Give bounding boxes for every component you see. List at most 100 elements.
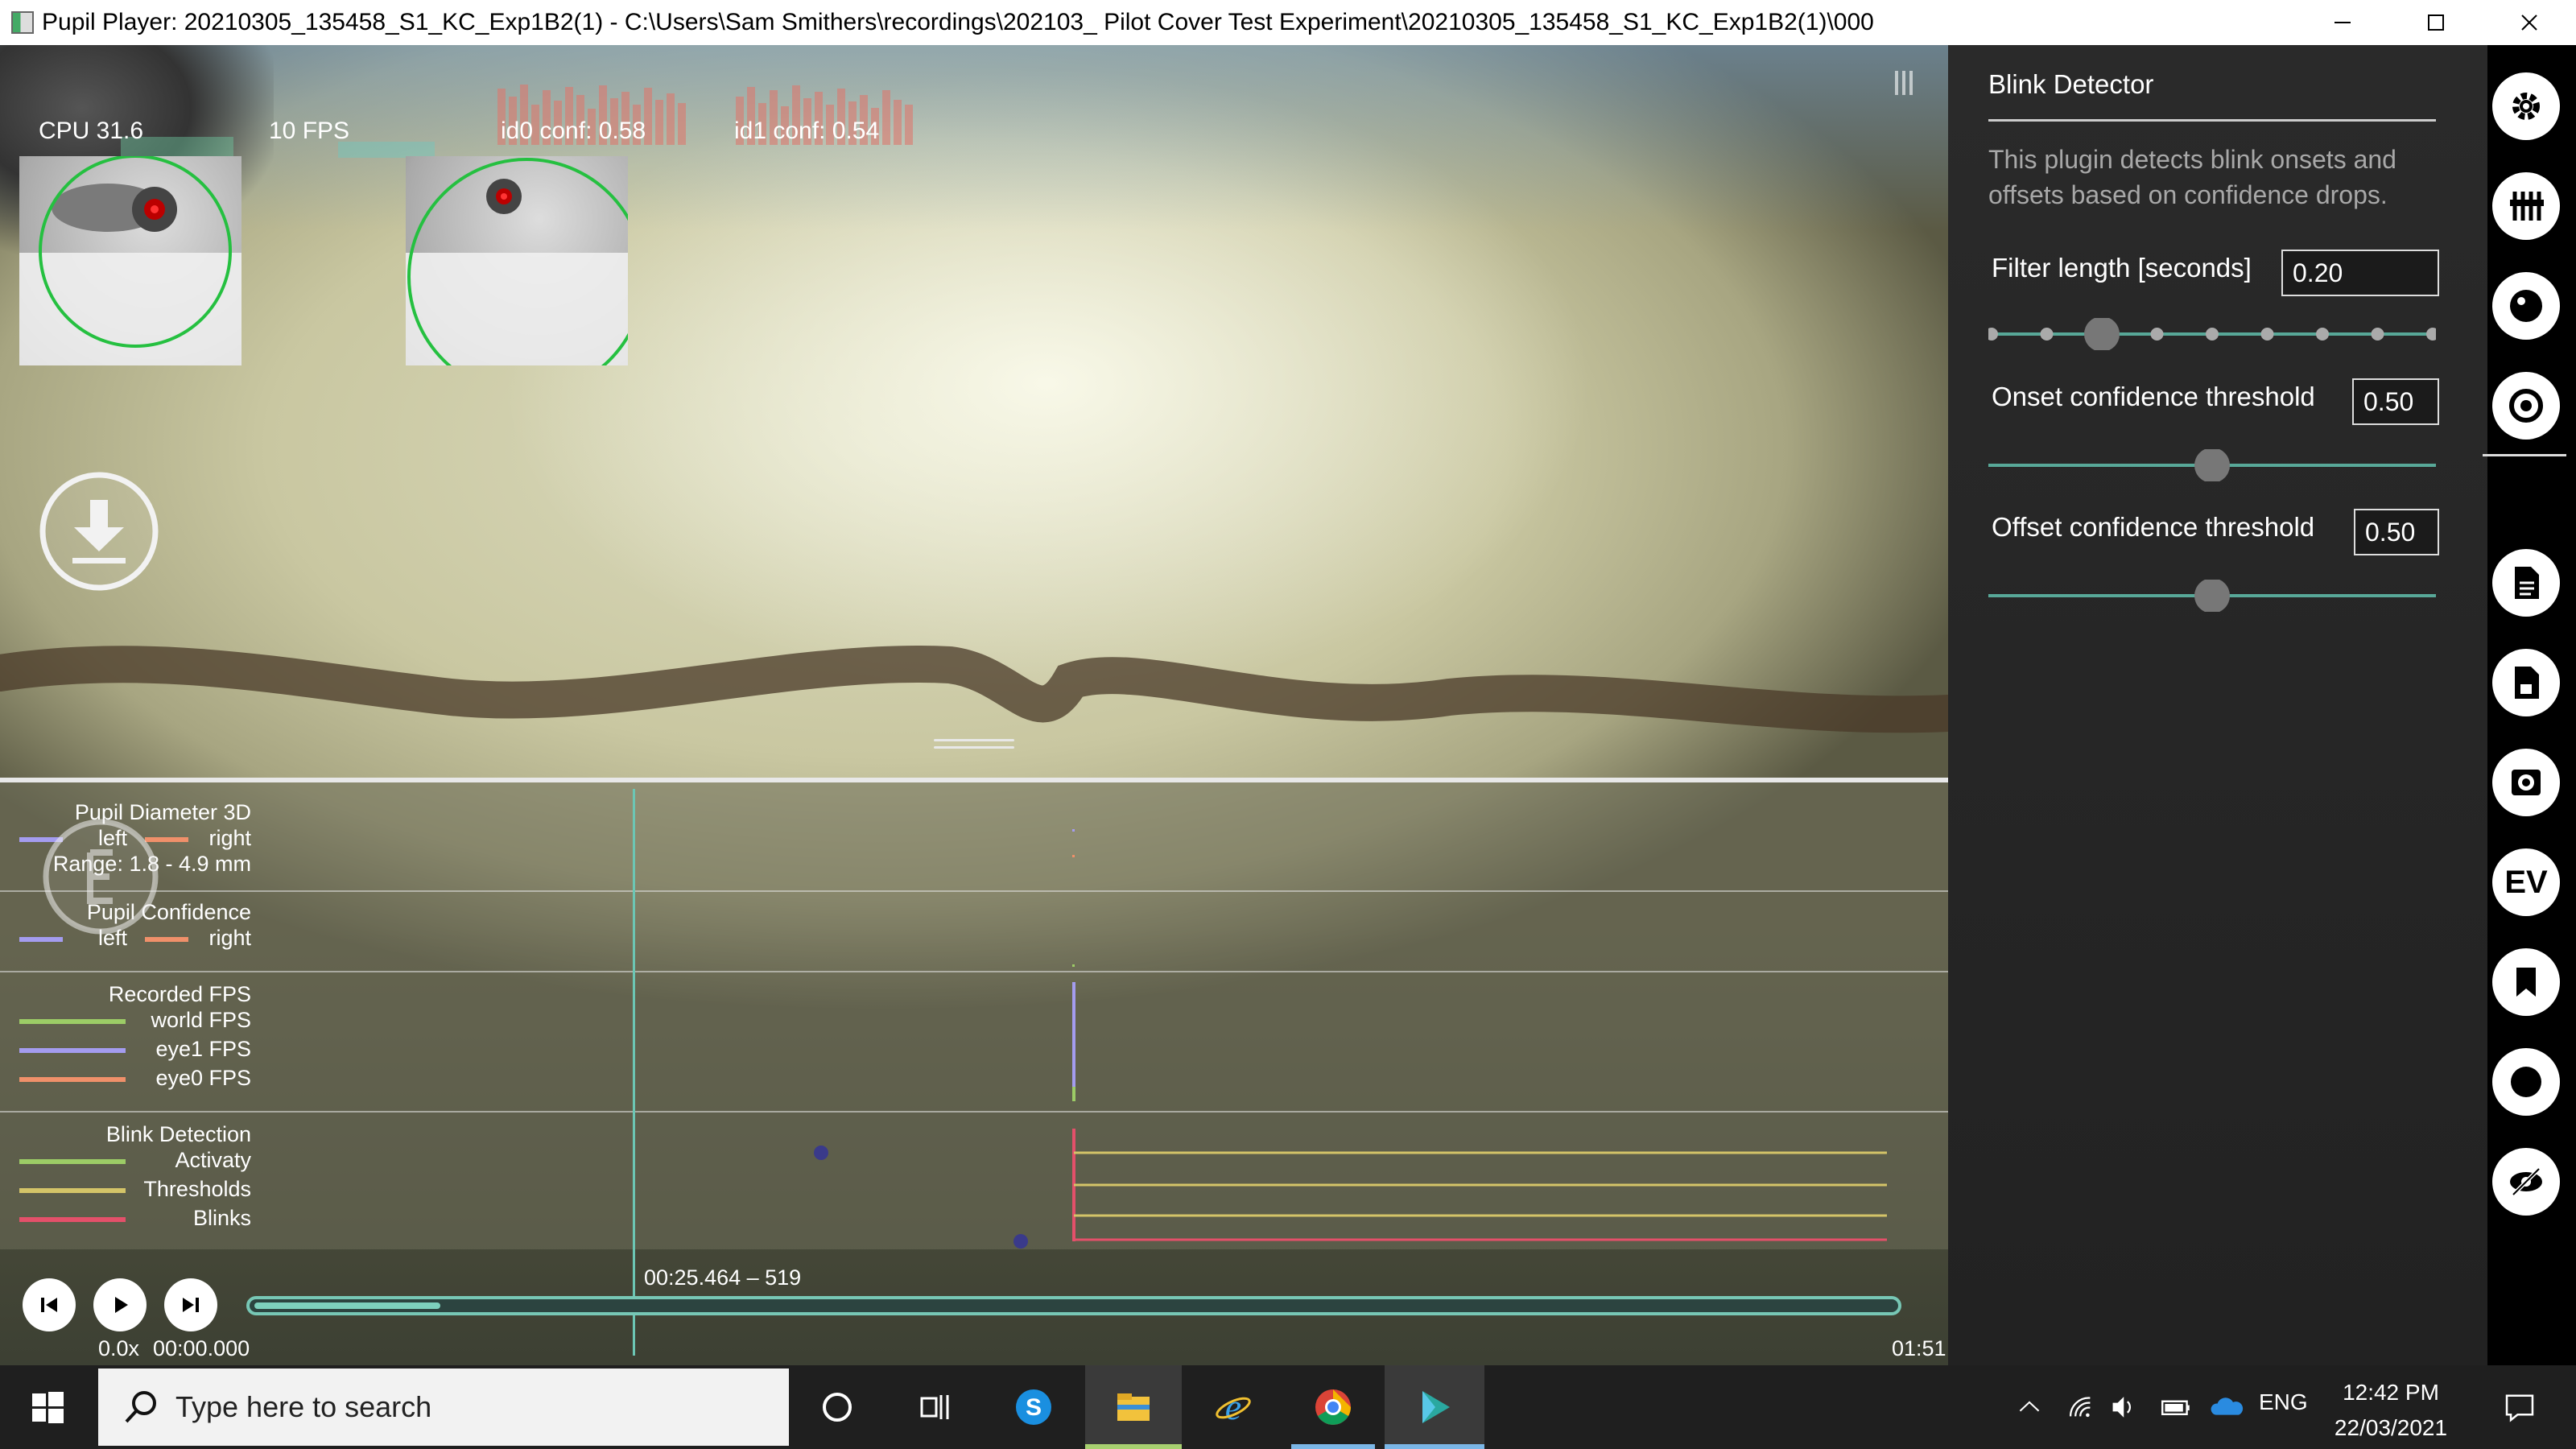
taskbar-search-box[interactable]: Type here to search [98, 1368, 789, 1446]
filter-length-tick [2371, 328, 2384, 341]
play-icon [115, 1297, 128, 1313]
panel-title-divider [1988, 119, 2436, 122]
taskbar-chrome[interactable] [1285, 1365, 1381, 1449]
taskbar-clock[interactable]: 12:42 PM 22/03/2021 [2318, 1375, 2463, 1446]
download-icon[interactable] [39, 471, 159, 592]
cortana-circle-icon [823, 1393, 852, 1422]
task-view-button[interactable] [886, 1365, 982, 1449]
confidence-data-point [1072, 964, 1075, 967]
play-button[interactable] [93, 1278, 147, 1331]
seek-bar[interactable] [246, 1296, 1901, 1315]
skip-forward-icon [183, 1298, 199, 1312]
timeline-row-recorded-fps: Recorded FPS world FPS eye1 FPS eye0 FPS [0, 972, 1948, 1113]
bookmark-icon[interactable] [2492, 948, 2560, 1016]
eye-overlay-icon[interactable] [2492, 749, 2560, 816]
previous-frame-button[interactable] [23, 1278, 76, 1331]
timeline-row-pupil-confidence: Pupil Confidence left right [0, 892, 1948, 972]
skip-back-icon [41, 1298, 57, 1312]
svg-text:e: e [1225, 1387, 1241, 1427]
eye1-detection-overlay [407, 158, 628, 365]
taskbar-skype[interactable]: S [985, 1365, 1082, 1449]
filter-length-input[interactable] [2281, 250, 2439, 296]
windows-logo-icon [32, 1392, 64, 1423]
tray-overflow-button[interactable] [2009, 1365, 2050, 1449]
legend-eye1-fps-line [19, 1048, 126, 1053]
legend-world-fps-line [19, 1019, 126, 1024]
timeline-panel: Pupil Diameter 3D left right Range: 1.8 … [0, 778, 1948, 1249]
next-frame-button[interactable] [164, 1278, 217, 1331]
onset-threshold-label: Onset confidence threshold [1992, 382, 2315, 411]
window-title: Pupil Player: 20210305_135458_S1_KC_Exp1… [42, 9, 1874, 35]
tray-battery[interactable] [2154, 1365, 2198, 1449]
onset-threshold-slider-knob[interactable] [2194, 449, 2230, 481]
diameter-data-point [1072, 829, 1075, 832]
file-icon[interactable] [2492, 549, 2560, 617]
skype-icon: S [1016, 1389, 1051, 1425]
running-indicator [1291, 1444, 1375, 1449]
filter-length-tick [1988, 328, 1998, 341]
onset-threshold-input[interactable] [2352, 378, 2439, 425]
playback-speed: 0.0x [98, 1336, 140, 1360]
filter-length-tick [2260, 328, 2274, 341]
taskbar-file-explorer[interactable] [1085, 1365, 1182, 1449]
speaker-icon [2112, 1397, 2131, 1418]
record-circle-icon[interactable] [2492, 1048, 2560, 1116]
onset-threshold-slider[interactable] [1988, 449, 2436, 481]
legend-eye0-fps-line [19, 1077, 126, 1082]
timeline-resize-handle[interactable] [934, 739, 1014, 752]
taskbar-internet-explorer[interactable]: e [1185, 1365, 1282, 1449]
window-title-bar: Pupil Player: 20210305_135458_S1_KC_Exp1… [0, 0, 2576, 45]
icon-bar-divider [2483, 454, 2566, 456]
wifi-icon [2069, 1397, 2091, 1418]
notification-icon [2505, 1394, 2534, 1422]
close-icon [2521, 14, 2537, 31]
timeline-row-pupil-diameter: Pupil Diameter 3D left right Range: 1.8 … [0, 782, 1948, 892]
eye0-thumbnail[interactable] [19, 156, 242, 365]
app-icon [11, 11, 34, 34]
cortana-button[interactable] [789, 1365, 886, 1449]
fps-graph [338, 142, 435, 158]
id0-confidence-readout: id0 conf: 0.58 [501, 118, 646, 144]
windows-taskbar: Type here to search S e ENG 12:42 PM 22/… [0, 1365, 2576, 1449]
legend-right-line [145, 937, 188, 942]
export-file-icon[interactable] [2492, 649, 2560, 716]
offset-threshold-slider[interactable] [1988, 580, 2436, 612]
export-overlay-icon[interactable] [40, 816, 161, 937]
id1-confidence-readout: id1 conf: 0.54 [734, 118, 880, 144]
playhead-timestamp: 00:25.464 – 519 [644, 1265, 802, 1290]
menu-grip-icon[interactable] [1895, 71, 1916, 95]
maximize-button[interactable] [2389, 0, 2483, 45]
start-button[interactable] [0, 1365, 95, 1449]
hidden-eye-icon[interactable] [2492, 1148, 2560, 1216]
plugin-grid-icon[interactable] [2492, 172, 2560, 240]
filter-length-slider-knob[interactable] [2084, 318, 2120, 350]
panel-title: Blink Detector [1988, 69, 2154, 99]
offset-threshold-input[interactable] [2354, 509, 2439, 555]
notification-center-button[interactable] [2479, 1365, 2560, 1449]
minimize-button[interactable] [2296, 0, 2389, 45]
target-icon[interactable] [2492, 372, 2560, 440]
tray-onedrive[interactable] [2202, 1365, 2251, 1449]
close-button[interactable] [2483, 0, 2576, 45]
language-indicator[interactable]: ENG [2259, 1389, 2308, 1415]
playhead-line[interactable] [633, 789, 635, 1356]
tray-network[interactable] [2061, 1365, 2101, 1449]
pupil-eye-icon[interactable] [2492, 272, 2560, 340]
active-indicator [1385, 1444, 1484, 1449]
timeline-row-blink-detection: Blink Detection Activaty Thresholds Blin… [0, 1113, 1948, 1254]
filter-length-tick [2040, 328, 2054, 341]
gear-icon[interactable] [2492, 72, 2560, 140]
tray-volume[interactable] [2104, 1365, 2145, 1449]
filter-length-slider[interactable] [1988, 318, 2436, 350]
ev-icon[interactable]: EV [2492, 848, 2560, 916]
plugin-icon-bar: EV [2487, 45, 2576, 1365]
task-view-icon [920, 1395, 949, 1419]
fps-spike [1072, 1087, 1075, 1101]
offset-threshold-slider-knob[interactable] [2194, 580, 2230, 612]
eye1-thumbnail[interactable] [406, 156, 628, 365]
chevron-up-icon [2019, 1401, 2040, 1412]
taskbar-pupil-player[interactable] [1385, 1365, 1484, 1449]
filter-length-tick [2150, 328, 2164, 341]
video-surface-crack [0, 646, 1948, 733]
diameter-data-point [1072, 855, 1075, 857]
